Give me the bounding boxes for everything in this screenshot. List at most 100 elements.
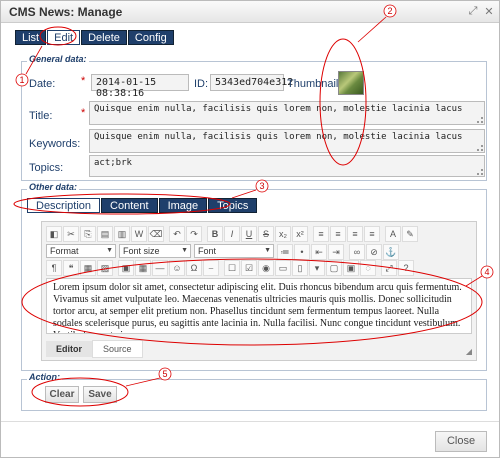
form-icon[interactable]: ☐ xyxy=(224,260,240,276)
indent-icon[interactable]: ⇥ xyxy=(328,244,344,260)
tab-edit[interactable]: Edit xyxy=(47,30,81,45)
subscript-icon[interactable]: x₂ xyxy=(275,226,291,242)
link-icon[interactable]: ∞ xyxy=(349,244,365,260)
chevron-down-icon: ▼ xyxy=(181,247,188,254)
general-legend: General data: xyxy=(27,54,89,64)
editor-resize-icon[interactable]: ◢ xyxy=(466,347,472,356)
page-break-icon[interactable]: ⎯ xyxy=(203,260,219,276)
manage-dialog: CMS News: Manage ⤢ ✕ List Edit Delete Confi… xyxy=(0,0,500,458)
chevron-down-icon: ▼ xyxy=(264,247,271,254)
thumbnail-label: Thumbnail: xyxy=(287,78,342,90)
image-button-icon[interactable]: ▣ xyxy=(343,260,359,276)
select-icon[interactable]: ▾ xyxy=(309,260,325,276)
source-icon[interactable]: ◧ xyxy=(46,226,62,242)
hidden-field-icon[interactable]: ◌ xyxy=(360,260,376,276)
resize-grip-icon[interactable] xyxy=(477,145,483,151)
text-color-icon[interactable]: A xyxy=(385,226,401,242)
action-legend: Action: xyxy=(27,372,62,382)
special-char-icon[interactable]: Ω xyxy=(186,260,202,276)
editor-text: Lorem ipsum dolor sit amet, consectetur … xyxy=(53,282,462,333)
tab-description[interactable]: Description xyxy=(27,198,101,213)
tab-delete[interactable]: Delete xyxy=(81,30,127,45)
tab-config[interactable]: Config xyxy=(127,30,174,45)
unlink-icon[interactable]: ⊘ xyxy=(366,244,382,260)
resize-grip-icon[interactable] xyxy=(477,117,483,123)
align-center-icon[interactable]: ≡ xyxy=(330,226,346,242)
copy-icon[interactable]: ⎘ xyxy=(80,226,96,242)
remove-format-icon[interactable]: ⌫ xyxy=(148,226,164,242)
editor-mode-tabs: Editor Source xyxy=(46,340,143,358)
underline-icon[interactable]: U xyxy=(241,226,257,242)
tab-image[interactable]: Image xyxy=(158,198,208,213)
justify-icon[interactable]: ≡ xyxy=(364,226,380,242)
rich-text-editor: ◧ ✂ ⎘ ▤ ▥ W ⌫ ↶ ↷ B I U Sx₂ x² ≡ ≡ ≡ ≡ A ✎ Format ▼ Font size… xyxy=(41,221,477,361)
keywords-field[interactable]: Quisque enim nulla, facilisis quis lorem… xyxy=(89,129,485,153)
title-value: Quisque enim nulla, facilisis quis lorem… xyxy=(94,104,463,114)
topics-field[interactable]: act;brk xyxy=(89,155,485,177)
undo-icon[interactable]: ↶ xyxy=(169,226,185,242)
date-required-mark: * xyxy=(81,75,86,87)
bold-icon[interactable]: B xyxy=(207,226,223,242)
format-select[interactable]: Format ▼ xyxy=(46,244,116,258)
title-required-mark: * xyxy=(81,107,86,119)
cut-icon[interactable]: ✂ xyxy=(63,226,79,242)
textarea-icon[interactable]: ▯ xyxy=(292,260,308,276)
blockquote-icon[interactable]: ❝ xyxy=(63,260,79,276)
flash-icon[interactable]: ▣ xyxy=(118,260,134,276)
radio-icon[interactable]: ◉ xyxy=(258,260,274,276)
help-icon[interactable]: ? xyxy=(398,260,414,276)
restore-icon[interactable]: ⤢ xyxy=(467,5,479,18)
paste-text-icon[interactable]: ▥ xyxy=(114,226,130,242)
close-icon[interactable]: ✕ xyxy=(483,5,495,18)
other-legend: Other data: xyxy=(27,182,80,192)
title-label: Title: xyxy=(29,110,53,122)
numbered-list-icon[interactable]: ≔ xyxy=(277,244,293,260)
image-icon[interactable]: ▨ xyxy=(97,260,113,276)
tab-content[interactable]: Content xyxy=(101,198,158,213)
editor-mode-tab[interactable]: Editor xyxy=(46,341,92,357)
format-select-label: Format xyxy=(50,246,79,256)
editor-toolbar-row-1: ◧ ✂ ⎘ ▤ ▥ W ⌫ ↶ ↷ B I U Sx₂ x² ≡ ≡ ≡ ≡ A ✎ xyxy=(46,226,419,244)
paste-word-icon[interactable]: W xyxy=(131,226,147,242)
paste-icon[interactable]: ▤ xyxy=(97,226,113,242)
strike-icon[interactable]: S xyxy=(258,226,274,242)
thumbnail-image[interactable] xyxy=(338,71,364,95)
maximize-icon[interactable]: ⤢ xyxy=(381,260,397,276)
id-label: ID: xyxy=(194,78,209,90)
tab-topics[interactable]: Topics xyxy=(208,198,258,213)
outdent-icon[interactable]: ⇤ xyxy=(311,244,327,260)
blocks-icon[interactable]: ¶ xyxy=(46,260,62,276)
button-icon[interactable]: ▢ xyxy=(326,260,342,276)
resize-grip-icon[interactable] xyxy=(477,169,483,175)
font-size-select[interactable]: Font size ▼ xyxy=(119,244,191,258)
title-bar: CMS News: Manage ⤢ ✕ xyxy=(1,1,499,23)
bulleted-list-icon[interactable]: • xyxy=(294,244,310,260)
smiley-icon[interactable]: ☺ xyxy=(169,260,185,276)
editor-content[interactable]: Lorem ipsum dolor sit amet, consectetur … xyxy=(46,278,472,334)
table-icon[interactable]: ▦ xyxy=(135,260,151,276)
redo-icon[interactable]: ↷ xyxy=(186,226,202,242)
clear-button[interactable]: Clear xyxy=(45,386,79,403)
italic-icon[interactable]: I xyxy=(224,226,240,242)
hr-icon[interactable]: ― xyxy=(152,260,168,276)
textfield-icon[interactable]: ▭ xyxy=(275,260,291,276)
font-size-select-label: Font size xyxy=(123,246,160,256)
source-mode-tab[interactable]: Source xyxy=(92,340,143,358)
font-select[interactable]: Font ▼ xyxy=(194,244,274,258)
window-title: CMS News: Manage xyxy=(9,5,123,19)
font-select-label: Font xyxy=(198,246,217,256)
save-button[interactable]: Save xyxy=(83,386,117,403)
align-right-icon[interactable]: ≡ xyxy=(347,226,363,242)
align-left-icon[interactable]: ≡ xyxy=(313,226,329,242)
bg-color-icon[interactable]: ✎ xyxy=(402,226,418,242)
superscript-icon[interactable]: x² xyxy=(292,226,308,242)
id-field[interactable]: 5343ed704e312 xyxy=(210,74,293,91)
topics-label: Topics: xyxy=(29,162,64,174)
anchor-icon[interactable]: ⚓ xyxy=(383,244,399,260)
close-button[interactable]: Close xyxy=(435,431,487,452)
div-icon[interactable]: ▦ xyxy=(80,260,96,276)
date-field[interactable]: 2014-01-15 08:38:16 xyxy=(91,74,189,99)
checkbox-icon[interactable]: ☑ xyxy=(241,260,257,276)
tab-list[interactable]: List xyxy=(15,30,47,45)
title-field[interactable]: Quisque enim nulla, facilisis quis lorem… xyxy=(89,101,485,125)
